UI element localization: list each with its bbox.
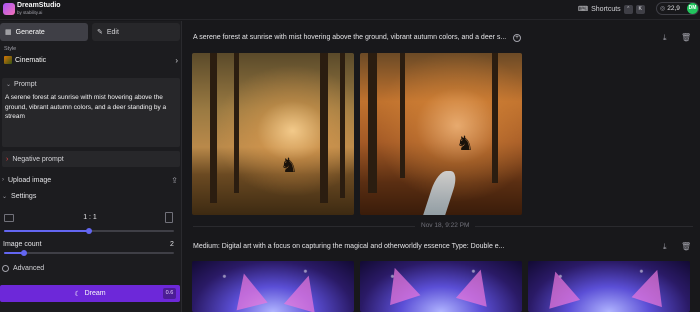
tree-trunk <box>400 53 405 178</box>
avatar[interactable]: DM <box>687 3 698 14</box>
dream-cost-badge: 0.6 <box>163 288 176 299</box>
aspect-ratio-slider[interactable] <box>4 228 174 234</box>
generated-image[interactable] <box>360 261 522 312</box>
settings-label: Settings <box>11 192 37 200</box>
style-label: Style <box>4 46 17 52</box>
mode-tabs: ▦ Generate ✎ Edit <box>0 23 182 41</box>
upload-image-row[interactable]: › Upload image ⇪ <box>0 173 182 187</box>
settings-header[interactable]: ⌄ Settings <box>0 189 182 203</box>
deer-silhouette: ♞ <box>456 133 474 155</box>
chevron-down-icon: ⌄ <box>2 193 8 200</box>
top-bar: DreamStudio by stability.ai ⌨ Shortcuts … <box>0 0 700 20</box>
tab-generate-label: Generate <box>15 28 45 36</box>
advanced-label: Advanced <box>13 265 45 272</box>
cat-ear <box>539 267 581 309</box>
tree-trunk <box>234 53 239 193</box>
tab-generate[interactable]: ▦ Generate <box>0 23 88 41</box>
sidebar: ▦ Generate ✎ Edit Style Cinematic › ⌄ Pr… <box>0 21 182 312</box>
prompt-panel[interactable]: ⌄ Prompt A serene forest at sunrise with… <box>2 78 180 147</box>
app-name: DreamStudio <box>17 2 61 9</box>
tab-edit[interactable]: ✎ Edit <box>92 23 180 41</box>
prompt-header[interactable]: ⌄ Prompt <box>6 81 37 88</box>
style-thumbnail <box>4 56 12 64</box>
eye-icon <box>2 265 9 272</box>
shortcut-key-ctrl: ⌃ <box>623 4 633 14</box>
aspect-ratio-slider-handle[interactable] <box>86 228 92 234</box>
prompt-label: Prompt <box>14 81 37 88</box>
cat-ear <box>379 262 421 306</box>
tree-trunk <box>320 53 328 203</box>
sparkle-icon: ☾ <box>74 290 81 298</box>
image-count-label: Image count <box>3 241 42 248</box>
trash-icon[interactable]: 🗑 <box>681 33 691 42</box>
advanced-toggle[interactable]: Advanced <box>2 265 44 272</box>
generation-prompt[interactable]: Medium: Digital art with a focus on capt… <box>193 243 505 250</box>
generate-icon: ▦ <box>5 29 12 36</box>
chevron-right-icon: › <box>6 155 9 163</box>
cat-ear <box>631 264 673 308</box>
image-count-slider[interactable] <box>4 250 174 256</box>
add-circle-icon[interactable]: + <box>513 34 521 42</box>
shortcut-key-k: K <box>635 4 645 14</box>
deer-silhouette: ♞ <box>280 155 298 177</box>
style-selector[interactable]: Cinematic › <box>4 54 178 66</box>
dreamstudio-logo-icon[interactable] <box>3 3 15 15</box>
negative-prompt-toggle[interactable]: › Negative prompt <box>2 151 180 167</box>
credits-badge[interactable]: ◎ 22,9 DM <box>656 2 699 15</box>
edit-icon: ✎ <box>97 29 103 36</box>
cat-ear <box>455 265 497 307</box>
portrait-ratio-icon[interactable] <box>165 212 173 223</box>
keyboard-icon: ⌨ <box>578 6 589 13</box>
aspect-ratio-value: 1 : 1 <box>83 214 97 221</box>
image-count-value: 2 <box>170 241 174 248</box>
shortcuts-label: Shortcuts <box>591 5 621 13</box>
negative-prompt-label: Negative prompt <box>12 155 64 163</box>
trash-icon[interactable]: 🗑 <box>681 242 691 251</box>
cat-ear <box>228 269 268 311</box>
tab-edit-label: Edit <box>106 28 119 36</box>
prompt-input[interactable]: A serene forest at sunrise with mist hov… <box>5 93 177 122</box>
style-value: Cinematic <box>15 56 47 64</box>
generated-image[interactable]: ♞ <box>360 53 522 215</box>
dream-button[interactable]: ☾ Dream 0.6 <box>0 285 180 302</box>
credits-value: 22,9 <box>667 5 680 12</box>
image-count-slider-handle[interactable] <box>21 250 28 256</box>
dream-label: Dream <box>84 290 106 297</box>
tree-trunk <box>492 53 498 183</box>
aspect-ratio-slider-fill <box>4 230 89 232</box>
generation-feed: A serene forest at sunrise with mist hov… <box>183 21 700 312</box>
upload-image-label: Upload image <box>8 176 52 184</box>
download-icon[interactable]: ⤓ <box>663 242 667 252</box>
upload-icon[interactable]: ⇪ <box>171 176 178 185</box>
landscape-ratio-icon[interactable] <box>4 214 14 222</box>
shortcuts-button[interactable]: ⌨ Shortcuts ⌃ K <box>578 4 645 14</box>
tree-trunk <box>368 53 377 193</box>
chevron-right-icon: › <box>2 177 4 183</box>
dreamstudio-app: DreamStudio by stability.ai ⌨ Shortcuts … <box>0 0 700 312</box>
generated-image[interactable]: ♞ <box>192 53 354 215</box>
app-byline: by stability.ai <box>17 10 43 15</box>
tree-trunk <box>340 53 345 198</box>
tree-trunk <box>210 53 217 203</box>
credits-coin-icon: ◎ <box>660 6 666 12</box>
generated-image[interactable] <box>192 261 354 312</box>
cat-ear <box>283 271 325 312</box>
stream <box>422 171 460 215</box>
generated-image[interactable] <box>528 261 690 312</box>
date-separator: Nov 18, 9:22 PM <box>415 222 476 229</box>
chevron-down-icon: ⌄ <box>6 82 12 88</box>
generation-prompt[interactable]: A serene forest at sunrise with mist hov… <box>193 34 506 41</box>
chevron-right-icon: › <box>175 55 178 65</box>
download-icon[interactable]: ⤓ <box>663 33 667 43</box>
